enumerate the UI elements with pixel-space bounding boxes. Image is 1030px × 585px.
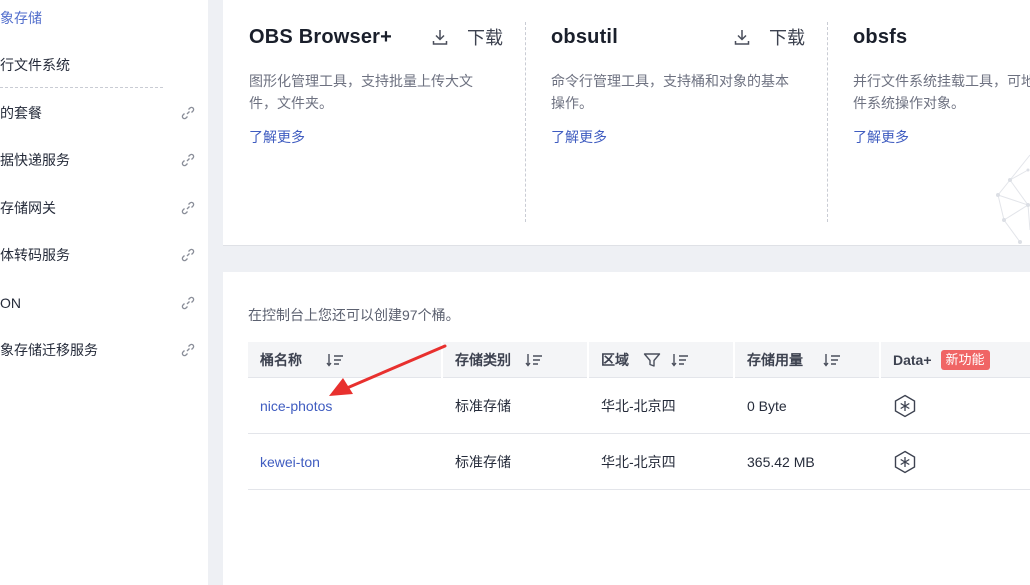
tool-name: obsutil (551, 26, 618, 48)
sidebar-item-object-storage-migration[interactable]: 象存储迁移服务 (0, 338, 208, 362)
bucket-name-link[interactable]: kewei-ton (260, 434, 320, 490)
decorative-network-graphic (996, 154, 1030, 244)
region-cell: 华北-北京四 (601, 398, 676, 414)
link-icon (181, 343, 195, 357)
learn-more-link[interactable]: 了解更多 (249, 127, 305, 147)
column-label: 桶名称 (260, 352, 302, 368)
sidebar-item-on[interactable]: ON (0, 291, 208, 315)
tool-description: 图形化管理工具，支持批量上传大文件，文件夹。 (249, 73, 473, 111)
sort-icon[interactable] (525, 352, 543, 368)
column-label: 存储类别 (455, 352, 511, 368)
download-button[interactable]: 下载 (431, 24, 503, 50)
sidebar-item-data-express[interactable]: 据快递服务 (0, 148, 208, 172)
tool-divider (525, 22, 526, 222)
sidebar-item-storage-gateway[interactable]: 存储网关 (0, 196, 208, 220)
new-feature-badge: 新功能 (940, 350, 990, 370)
tools-card: OBS Browser+ 下载 图形化管理工具，支持批量上传大文件，文件夹。 了… (223, 0, 1030, 246)
filter-icon[interactable] (643, 352, 661, 368)
region-cell: 华北-北京四 (601, 454, 676, 470)
column-header-storage-usage[interactable]: 存储用量 (747, 342, 841, 378)
tool-divider (827, 22, 828, 222)
learn-more-link[interactable]: 了解更多 (853, 127, 909, 147)
column-label: Data+ (893, 352, 932, 368)
hexagon-snowflake-icon[interactable] (893, 394, 917, 418)
sidebar-item-label: 存储网关 (0, 200, 56, 216)
sidebar-item-object-storage[interactable]: 象存储 (0, 6, 208, 30)
download-label: 下载 (467, 28, 503, 48)
sidebar-item-label: 行文件系统 (0, 57, 70, 73)
tool-description: 命令行管理工具，支持桶和对象的基本操作。 (551, 73, 789, 111)
tool-name: OBS Browser+ (249, 26, 393, 48)
sidebar-item-packages[interactable]: 的套餐 (0, 101, 208, 125)
column-separator (587, 342, 589, 378)
column-label: 区域 (601, 352, 629, 368)
tool-obsutil: obsutil 下载 命令行管理工具，支持桶和对象的基本操作。 了解更多 (551, 0, 831, 246)
bucket-quota-hint: 在控制台上您还可以创建97个桶。 (248, 307, 460, 323)
sidebar-item-media-transcoding[interactable]: 体转码服务 (0, 243, 208, 267)
link-icon (181, 296, 195, 310)
column-separator (441, 342, 443, 378)
column-header-bucket-name[interactable]: 桶名称 (260, 342, 344, 378)
link-icon (181, 248, 195, 262)
bucket-list-panel: 在控制台上您还可以创建97个桶。 桶名称 存储类别 区域 存储用量 Data+ … (223, 272, 1030, 585)
bucket-name-link[interactable]: nice-photos (260, 378, 332, 434)
sidebar-item-label: 的套餐 (0, 105, 42, 121)
data-plus-cell (893, 378, 923, 434)
download-button[interactable]: 下载 (733, 24, 805, 50)
bucket-table: 桶名称 存储类别 区域 存储用量 Data+ 新功能 nice-photos 标… (248, 342, 1030, 490)
column-header-region[interactable]: 区域 (601, 342, 689, 378)
download-icon (734, 30, 750, 45)
tool-obs-browser: OBS Browser+ 下载 图形化管理工具，支持批量上传大文件，文件夹。 了… (249, 0, 529, 246)
link-icon (181, 153, 195, 167)
column-separator (733, 342, 735, 378)
sidebar-item-parallel-file-system[interactable]: 行文件系统 (0, 53, 208, 77)
sidebar-item-label: 体转码服务 (0, 247, 70, 263)
download-label: 下载 (769, 28, 805, 48)
link-icon (181, 106, 195, 120)
sidebar-item-label: 据快递服务 (0, 152, 70, 168)
sidebar-item-label: 象存储 (0, 10, 42, 26)
tool-name: obsfs (853, 26, 908, 48)
table-row: kewei-ton 标准存储 华北-北京四 365.42 MB (248, 434, 1030, 490)
sidebar-divider (0, 87, 163, 88)
sidebar: 象存储 行文件系统 的套餐 据快递服务 存储网关 体转码服务 ON 象存储迁移服… (0, 0, 208, 585)
storage-usage-cell: 0 Byte (747, 398, 787, 414)
sort-icon[interactable] (823, 352, 841, 368)
column-header-data-plus: Data+ 新功能 (893, 342, 990, 378)
sort-icon[interactable] (671, 352, 689, 368)
link-icon (181, 201, 195, 215)
download-icon (432, 30, 448, 45)
sidebar-item-label: ON (0, 295, 21, 311)
data-plus-cell (893, 434, 923, 490)
storage-class-cell: 标准存储 (455, 398, 511, 414)
storage-usage-cell: 365.42 MB (747, 454, 815, 470)
hexagon-snowflake-icon[interactable] (893, 450, 917, 474)
column-label: 存储用量 (747, 352, 803, 368)
column-separator (879, 342, 881, 378)
learn-more-link[interactable]: 了解更多 (551, 127, 607, 147)
table-header: 桶名称 存储类别 区域 存储用量 Data+ 新功能 (248, 342, 1030, 378)
table-row: nice-photos 标准存储 华北-北京四 0 Byte (248, 378, 1030, 434)
sort-icon[interactable] (326, 352, 344, 368)
column-header-storage-class[interactable]: 存储类别 (455, 342, 543, 378)
storage-class-cell: 标准存储 (455, 454, 511, 470)
sidebar-item-label: 象存储迁移服务 (0, 342, 98, 358)
tool-description: 并行文件系统挂载工具，可地文件系统操作对象。 (853, 73, 1030, 111)
